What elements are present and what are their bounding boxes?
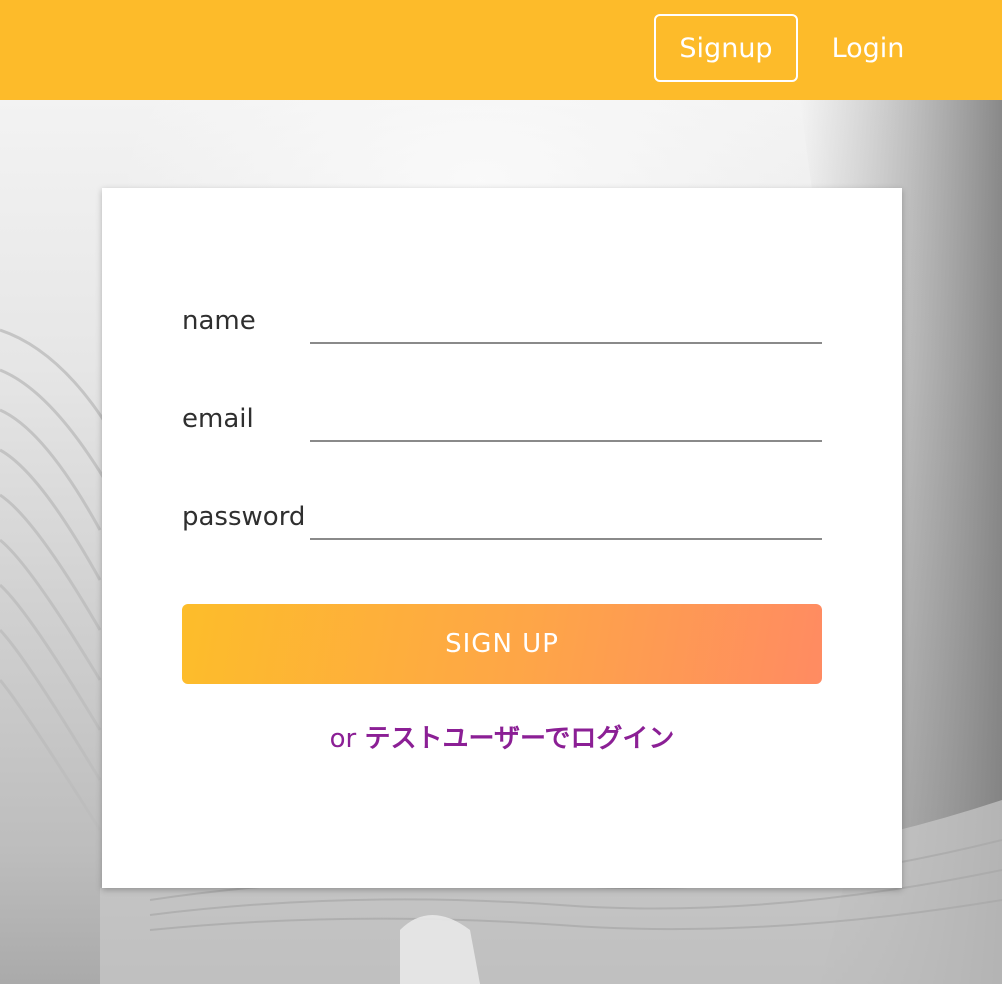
nav-login-label: Login [831, 32, 905, 64]
signup-submit-button[interactable]: SIGN UP [182, 604, 822, 684]
page: Signup Login name email password SIGN UP… [0, 0, 1002, 984]
password-label: password [182, 502, 306, 532]
name-input[interactable] [310, 304, 822, 344]
password-input[interactable] [310, 500, 822, 540]
email-label: email [182, 404, 254, 434]
nav-signup-button[interactable]: Signup [654, 14, 798, 82]
test-user-login-link[interactable]: テストユーザーでログイン [364, 724, 674, 754]
email-input[interactable] [310, 402, 822, 442]
nav-signup-label: Signup [679, 32, 773, 64]
name-label: name [182, 306, 256, 336]
alt-login-prefix: or [329, 724, 357, 754]
top-navbar: Signup Login [0, 0, 1002, 100]
alt-login-row: or テストユーザーでログイン [102, 718, 902, 755]
signup-card: name email password SIGN UP or テストユーザーでロ… [102, 188, 902, 888]
nav-login-link[interactable]: Login [818, 14, 918, 82]
